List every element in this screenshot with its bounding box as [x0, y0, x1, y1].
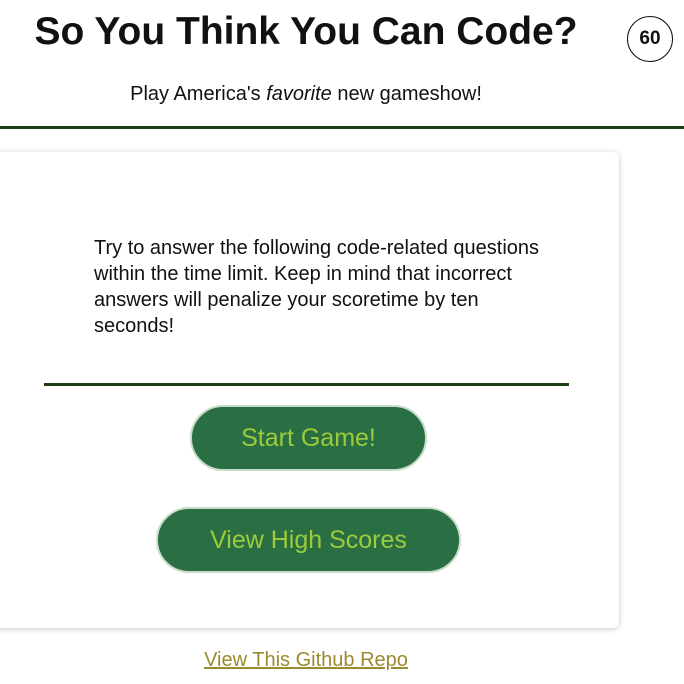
- countdown-timer: 60: [627, 16, 673, 62]
- footer: View This Github Repo: [0, 647, 612, 673]
- game-card: Try to answer the following code-related…: [0, 152, 619, 628]
- app-root: So You Think You Can Code? 60 Play Ameri…: [0, 0, 684, 684]
- view-high-scores-button[interactable]: View High Scores: [156, 507, 461, 573]
- start-game-button[interactable]: Start Game!: [190, 405, 427, 471]
- page-title: So You Think You Can Code?: [34, 10, 578, 53]
- github-repo-link[interactable]: View This Github Repo: [204, 649, 408, 671]
- subtitle-emphasis: favorite: [266, 83, 332, 105]
- instructions-text: Try to answer the following code-related…: [94, 237, 540, 337]
- subtitle-text-start: Play America's: [130, 83, 267, 105]
- subtitle-text-end: new gameshow!: [331, 83, 482, 105]
- page-header: So You Think You Can Code? 60 Play Ameri…: [0, 0, 684, 129]
- card-divider: [44, 383, 569, 386]
- page-subtitle: Play America's favorite new gameshow!: [0, 81, 612, 107]
